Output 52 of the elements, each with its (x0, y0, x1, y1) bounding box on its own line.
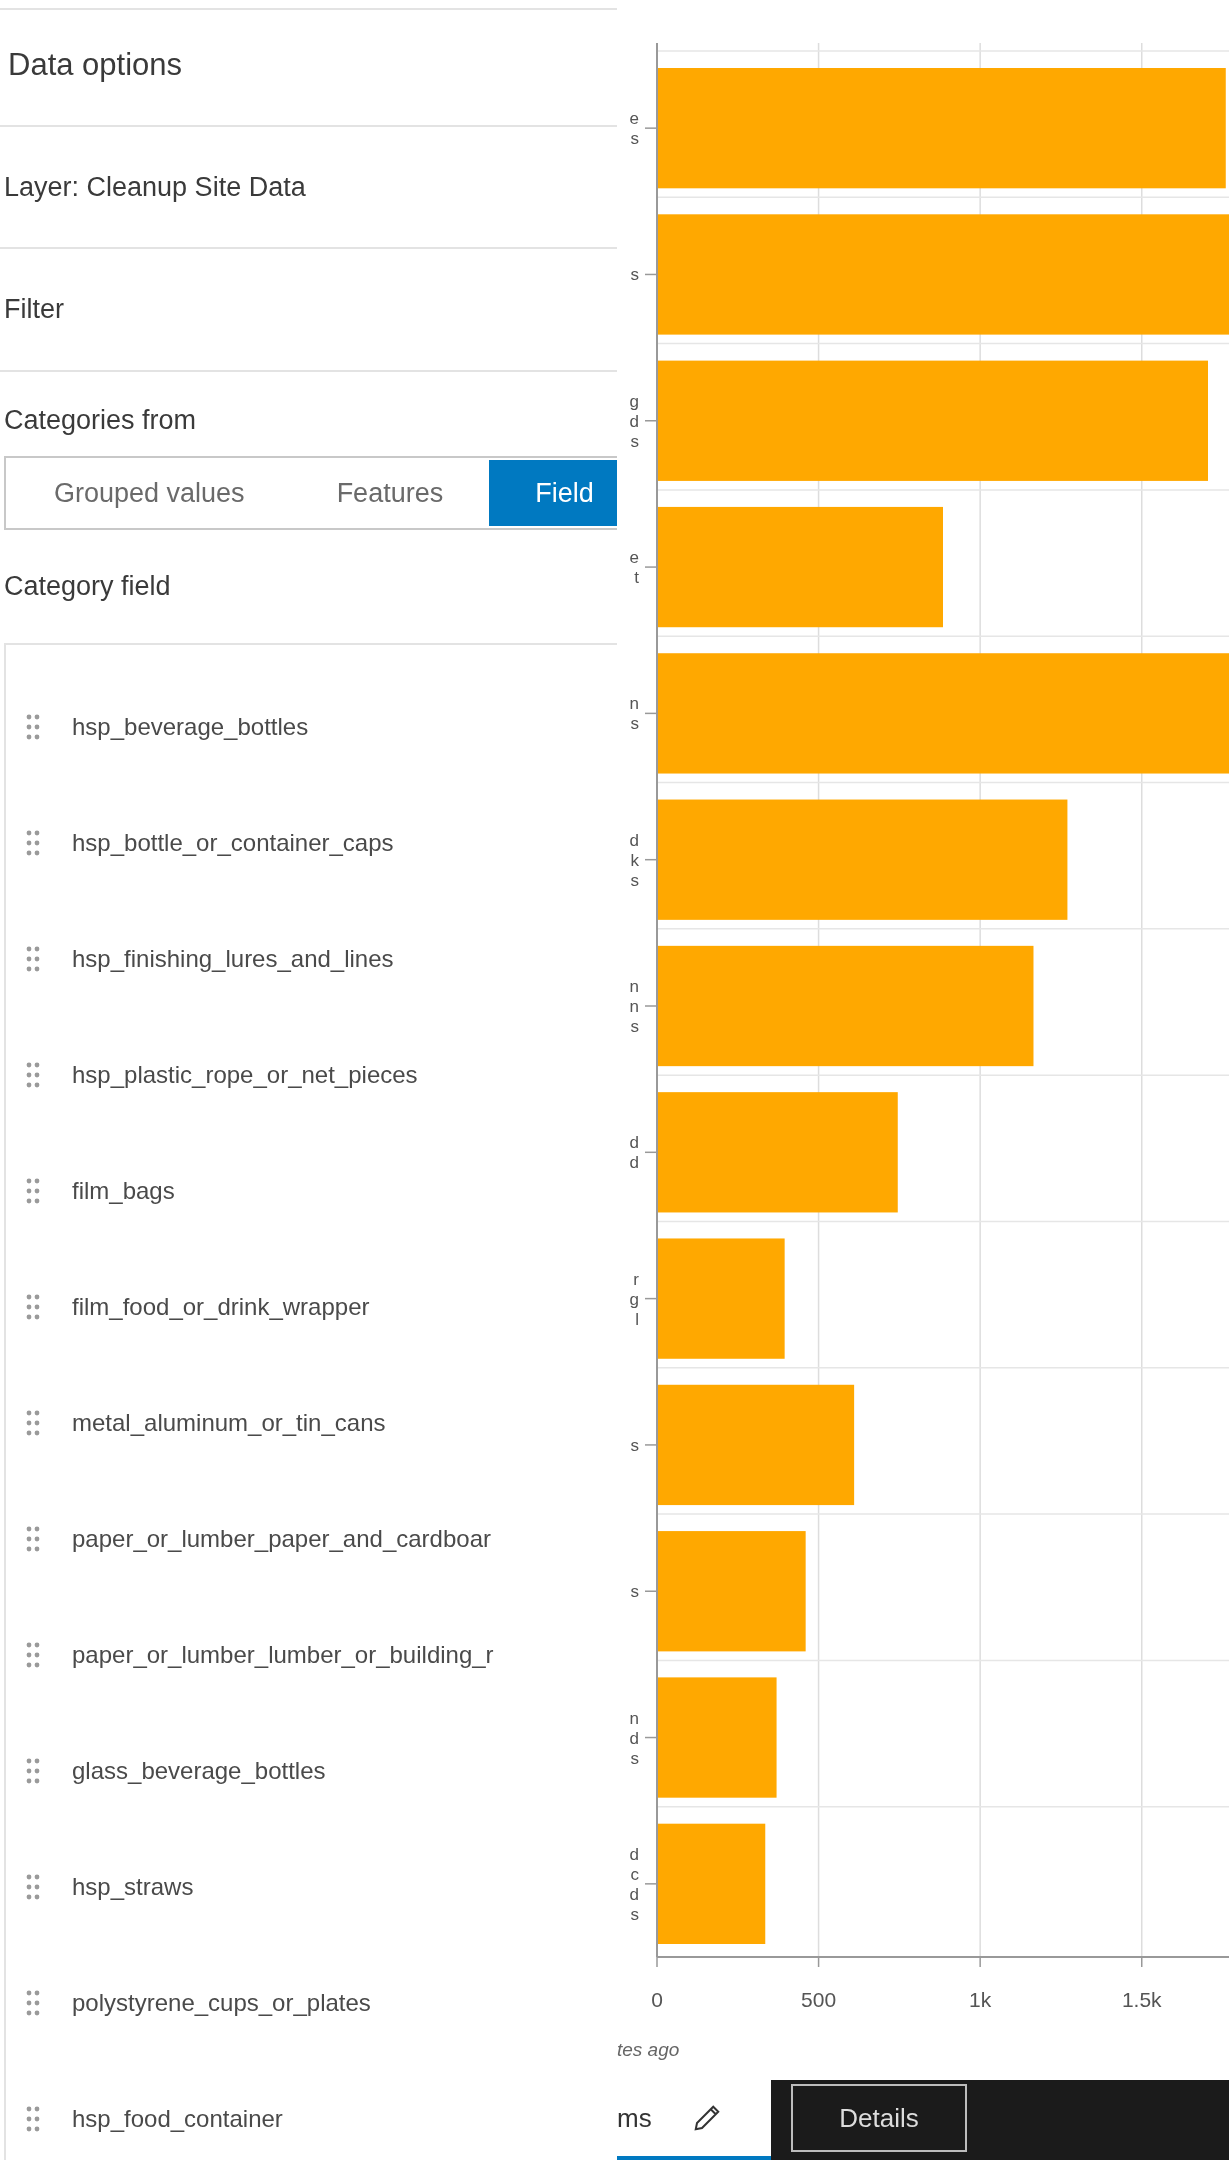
category-label: n s (629, 694, 639, 734)
category-label: e s (629, 109, 639, 149)
tab[interactable]: Details (791, 2084, 967, 2152)
field-item[interactable]: hsp_plastic_rope_or_net_pieces (6, 1016, 617, 1133)
updated-time: tes ago (617, 2037, 680, 2062)
category-label: n d s (629, 1708, 639, 1768)
field-item[interactable]: hsp_food_container (6, 2060, 617, 2160)
segment-tab[interactable]: Field (489, 460, 617, 526)
drag-handle-icon[interactable] (26, 1409, 40, 1436)
category-label: s (630, 1435, 639, 1455)
category-label: d d (629, 1133, 639, 1173)
drag-handle-icon[interactable] (26, 1177, 40, 1204)
drag-handle-icon[interactable] (26, 945, 40, 972)
field-item[interactable]: polystyrene_cups_or_plates (6, 1944, 617, 2061)
tick-label: 500 (801, 1988, 837, 2011)
category-label: s (630, 265, 639, 285)
field-item[interactable]: hsp_straws (6, 1828, 617, 1945)
layer-label: Layer: Cleanup Site Data (4, 171, 306, 202)
field-item[interactable]: film_food_or_drink_wrapper (6, 1248, 617, 1365)
drag-handle-icon[interactable] (26, 1061, 40, 1088)
section-label: Categories from (4, 404, 197, 435)
field-item[interactable]: hsp_beverage_bottles (6, 668, 617, 785)
field-item[interactable]: paper_or_lumber_lumber_or_building_r (6, 1596, 617, 1713)
category-label: r g l (629, 1269, 639, 1329)
drag-handle-icon[interactable] (26, 1293, 40, 1320)
field-item[interactable]: hsp_finishing_lures_and_lines (6, 900, 617, 1017)
section-label: Category field (4, 571, 171, 601)
field-item[interactable]: metal_aluminum_or_tin_cans (6, 1364, 617, 1481)
tick-label: 0 (651, 1988, 663, 2011)
field-item[interactable]: glass_beverage_bottles (6, 1712, 617, 1829)
tick-label: 1k (969, 1988, 992, 2011)
filter-label: Filter (4, 294, 64, 324)
drag-handle-icon[interactable] (26, 2105, 40, 2132)
panel-title: Data options (7, 46, 184, 84)
field-item[interactable]: hsp_bottle_or_container_caps (6, 784, 617, 901)
tick-label: 1.5k (1121, 1988, 1162, 2011)
category-label: e t (629, 548, 639, 588)
category-label: g d s (629, 391, 639, 451)
tab[interactable]: ms (617, 2080, 771, 2160)
category-label: d k s (629, 830, 639, 890)
drag-handle-icon[interactable] (26, 713, 40, 740)
category-label: s (630, 1582, 639, 1602)
field-item[interactable]: paper_or_lumber_paper_and_cardboar (6, 1480, 617, 1597)
drag-handle-icon[interactable] (26, 829, 40, 856)
drag-handle-icon[interactable] (26, 1873, 40, 1900)
drag-handle-icon[interactable] (26, 1757, 40, 1784)
category-label: d c d s (629, 1844, 639, 1924)
category-label: n n s (629, 977, 639, 1036)
field-item[interactable]: film_bags (6, 1132, 617, 1249)
drag-handle-icon[interactable] (26, 1989, 40, 2016)
drag-handle-icon[interactable] (26, 1641, 40, 1668)
drag-handle-icon[interactable] (26, 1525, 40, 1552)
